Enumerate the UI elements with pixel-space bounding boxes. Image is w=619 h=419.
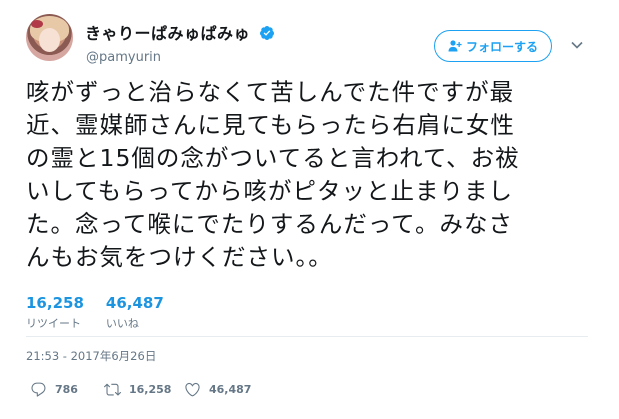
- divider: [26, 336, 588, 337]
- heart-icon: [185, 382, 200, 397]
- avatar-face: [39, 28, 60, 52]
- reply-button[interactable]: 786: [30, 381, 104, 398]
- user-name-row: きゃりーぱみゅぱみゅ: [85, 20, 275, 44]
- tweet-text-line: いしてもらってから咳がピタッと止まりまし: [26, 177, 513, 205]
- timestamp[interactable]: 21:53 - 2017年6月26日: [26, 348, 156, 364]
- retweet-count: 16,258: [129, 383, 172, 396]
- tweet-text-line: 咳がずっと治らなくて苦しんでた件ですが最: [26, 78, 515, 106]
- avatar-bow: [31, 20, 43, 28]
- tweet-text: 咳がずっと治らなくて苦しんでた件ですが最 近、霊媒師さんに見てもらったら右肩に女…: [26, 76, 581, 274]
- tweet-actions: 786 16,258 46,487: [30, 381, 251, 398]
- chevron-down-icon[interactable]: [570, 38, 584, 52]
- tweet-text-line: 近、霊媒師さんに見てもらったら右肩に女性: [26, 111, 515, 139]
- retweet-button[interactable]: 16,258: [104, 381, 184, 398]
- tweet-card: きゃりーぱみゅぱみゅ @pamyurin フォローする 咳がずっと治らなくて苦し…: [0, 0, 619, 419]
- like-button[interactable]: 46,487: [184, 381, 251, 398]
- username[interactable]: @pamyurin: [86, 50, 161, 65]
- tweet-text-line: の霊と15個の念がついてると言われて、お祓: [26, 144, 520, 172]
- like-stat-value: 46,487: [105, 294, 164, 312]
- tweet-text-line: た。念って喉にでたりするんだって。みなさ: [26, 210, 513, 238]
- reply-icon: [31, 382, 46, 397]
- follow-button[interactable]: フォローする: [434, 30, 552, 62]
- follow-button-label: フォローする: [465, 39, 538, 54]
- display-name[interactable]: きゃりーぱみゅぱみゅ: [85, 20, 250, 44]
- like-count: 46,487: [209, 383, 252, 396]
- tweet-text-line: んもお気をつけください。。: [26, 243, 333, 271]
- retweet-stat-value: 16,258: [26, 294, 84, 312]
- tweet-stats: 16,258 リツイート 46,487 いいね: [26, 295, 164, 331]
- retweet-stat[interactable]: 16,258 リツイート: [26, 295, 84, 331]
- retweet-stat-label: リツイート: [26, 317, 81, 330]
- verified-icon: [260, 26, 275, 40]
- retweet-icon: [104, 383, 121, 396]
- reply-count: 786: [55, 383, 78, 396]
- like-stat-label: いいね: [105, 317, 139, 330]
- follow-person-icon: [448, 40, 462, 52]
- like-stat[interactable]: 46,487 いいね: [106, 295, 164, 331]
- avatar[interactable]: [26, 14, 73, 61]
